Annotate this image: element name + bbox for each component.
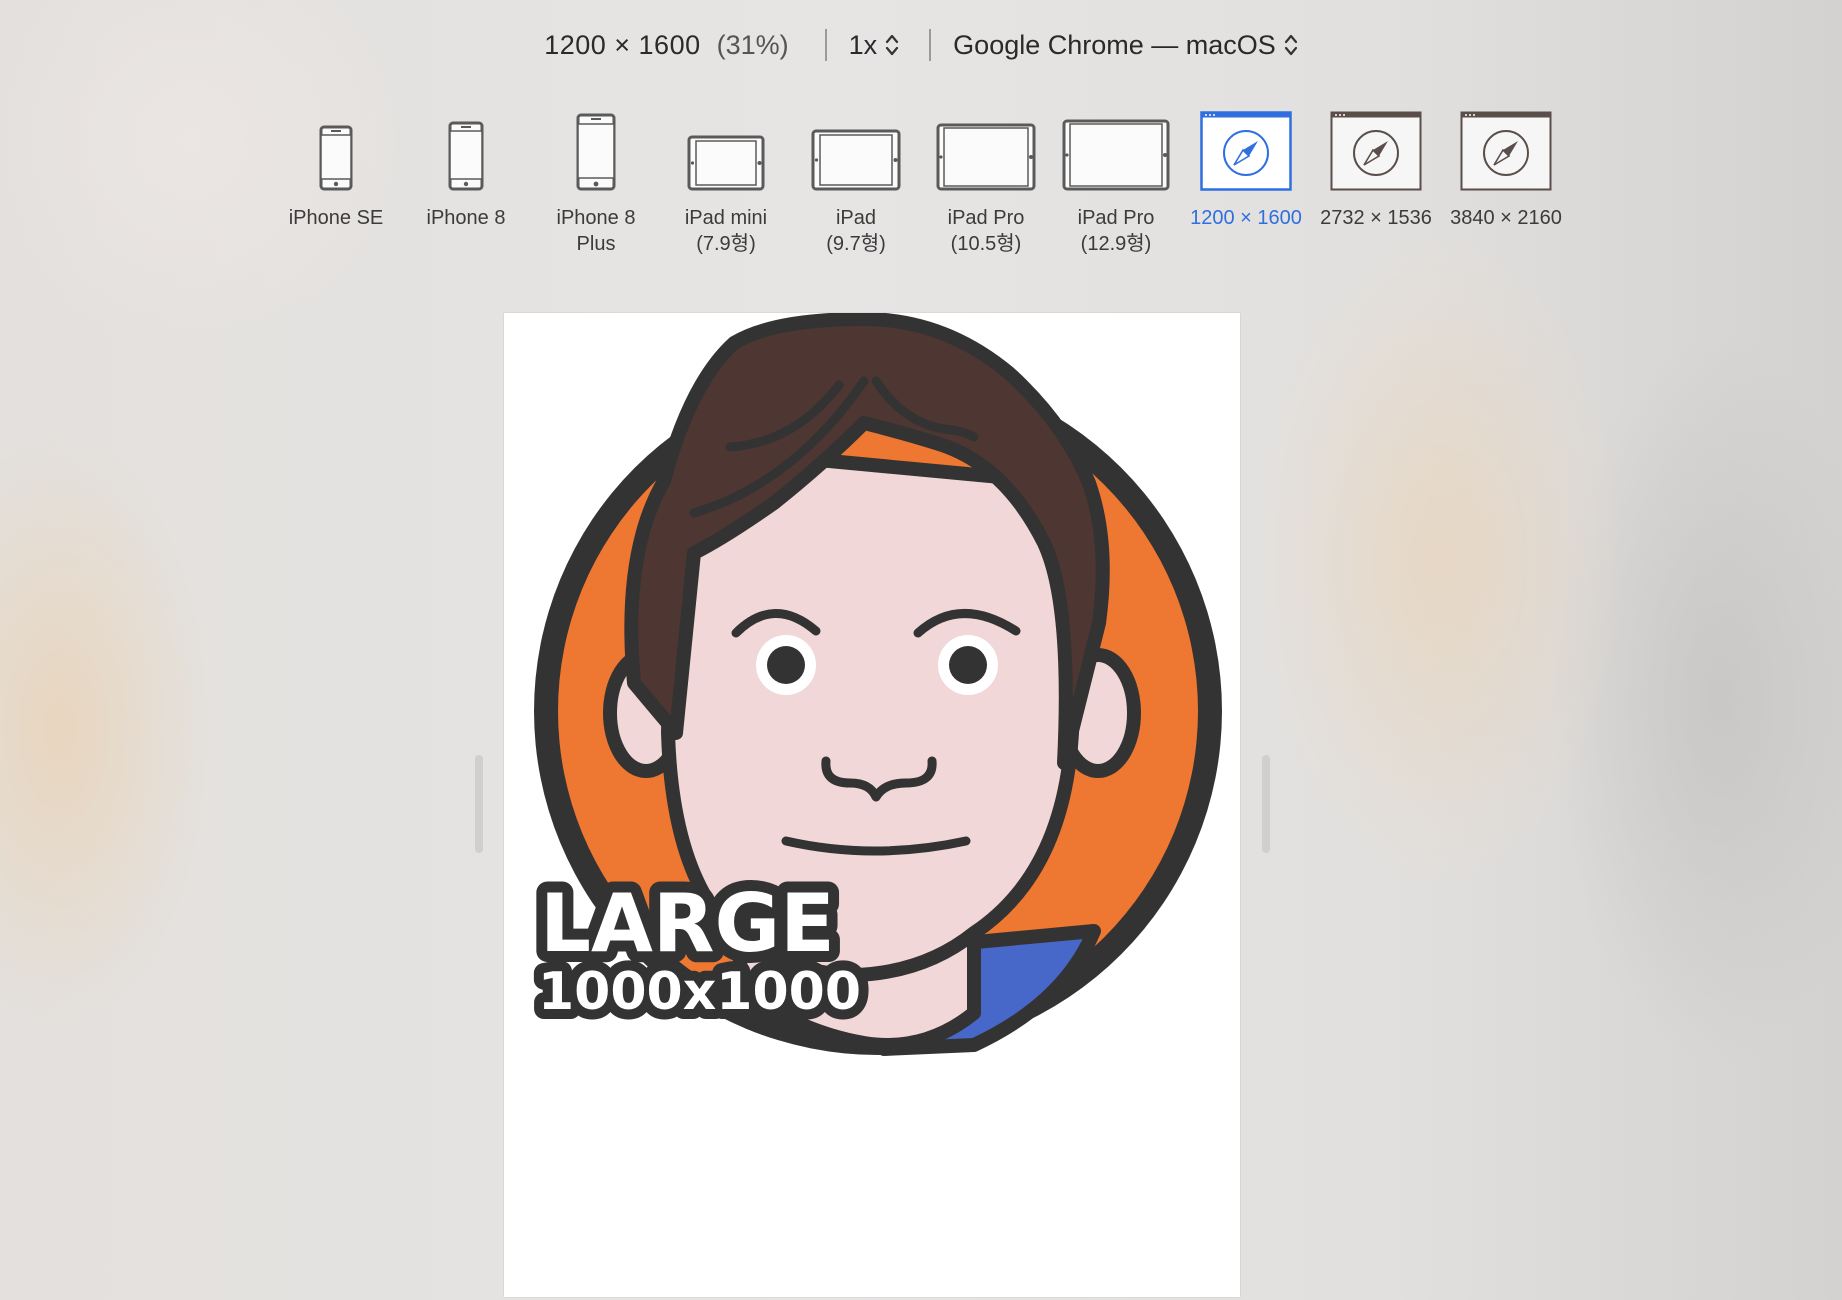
- device-label: iPad Pro: [1077, 207, 1155, 229]
- device-custom-1200x1600[interactable]: 1200 × 1600: [1181, 105, 1311, 257]
- device-label: iPhone 8: [556, 207, 636, 229]
- badge-title: LARGE: [540, 877, 835, 970]
- device-custom-2732x1536[interactable]: 2732 × 1536: [1311, 105, 1441, 257]
- responsive-toolbar: 1200 × 1600 (31%) 1x Google Chrome — mac…: [0, 0, 1842, 90]
- device-ipad-pro-12-9[interactable]: iPad Pro (12.9형): [1051, 105, 1181, 257]
- phone-icon: [576, 105, 616, 191]
- browser-select[interactable]: Google Chrome — macOS: [953, 30, 1298, 61]
- toolbar-divider: [824, 29, 827, 61]
- device-ipad-mini[interactable]: iPad mini (7.9형): [661, 105, 791, 257]
- device-label: (9.7형): [826, 233, 886, 255]
- preview-viewport: LARGE LARGE 1000x1000 1000x1000: [504, 313, 1240, 1297]
- stepper-icon: [1284, 33, 1298, 57]
- safari-window-icon: [1200, 105, 1292, 191]
- tablet-icon: [936, 105, 1036, 191]
- scale-select[interactable]: 1x: [849, 30, 900, 61]
- device-label: (7.9형): [696, 233, 756, 255]
- browser-value: Google Chrome — macOS: [953, 29, 1276, 60]
- device-label: (12.9형): [1080, 233, 1152, 255]
- viewport-dimensions: 1200 × 1600: [544, 29, 701, 60]
- toolbar-divider: [929, 29, 932, 61]
- device-iphone-se[interactable]: iPhone SE: [271, 105, 401, 257]
- resize-handle-left[interactable]: [475, 755, 483, 853]
- stepper-icon: [885, 33, 899, 57]
- safari-window-icon: [1330, 105, 1422, 191]
- device-label: 3840 × 2160: [1450, 207, 1562, 229]
- phone-icon: [448, 105, 484, 191]
- tablet-icon: [1062, 105, 1170, 191]
- device-ipad[interactable]: iPad (9.7형): [791, 105, 921, 257]
- badge-size: 1000x1000: [538, 962, 861, 1022]
- device-label: Plus: [576, 233, 616, 255]
- tablet-icon: [687, 105, 765, 191]
- resize-handle-right[interactable]: [1262, 755, 1270, 853]
- zoom-percent: (31%): [716, 29, 789, 60]
- size-badge: LARGE LARGE 1000x1000 1000x1000: [528, 866, 871, 1032]
- device-label: iPad mini: [684, 207, 768, 229]
- device-label: iPad: [835, 207, 877, 229]
- scale-value: 1x: [848, 29, 878, 60]
- device-custom-3840x2160[interactable]: 3840 × 2160: [1441, 105, 1571, 257]
- device-presets: iPhone SE iPhone 8 iPhone 8 Plus iPad min…: [0, 105, 1842, 257]
- device-label: iPhone 8: [426, 207, 506, 229]
- device-ipad-pro-10-5[interactable]: iPad Pro (10.5형): [921, 105, 1051, 257]
- device-iphone-8-plus[interactable]: iPhone 8 Plus: [531, 105, 661, 257]
- device-label: iPhone SE: [288, 207, 384, 229]
- device-label: 1200 × 1600: [1190, 207, 1302, 229]
- tablet-icon: [811, 105, 901, 191]
- device-iphone-8[interactable]: iPhone 8: [401, 105, 531, 257]
- phone-icon: [319, 105, 353, 191]
- safari-window-icon: [1460, 105, 1552, 191]
- viewport-info: 1200 × 1600 (31%): [544, 30, 788, 61]
- device-label: iPad Pro: [947, 207, 1025, 229]
- device-label: (10.5형): [950, 233, 1022, 255]
- device-label: 2732 × 1536: [1320, 207, 1432, 229]
